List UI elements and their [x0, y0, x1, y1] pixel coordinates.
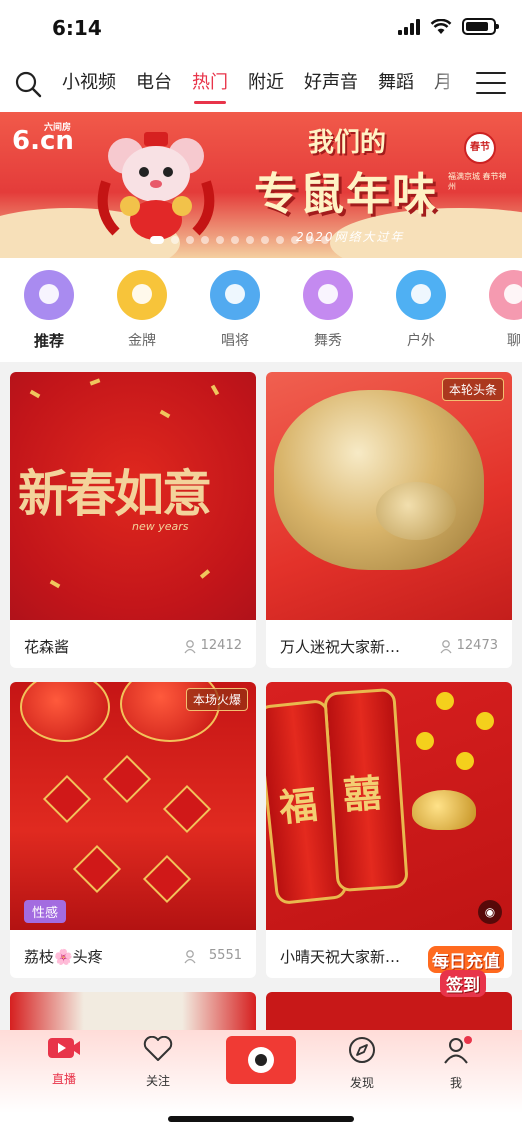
hot-badge: 本场火爆 — [185, 688, 248, 711]
category-singer[interactable]: 唱将 — [200, 270, 270, 350]
headline-badge: 本轮头条 — [441, 378, 504, 401]
tab-radio[interactable]: 电台 — [136, 60, 172, 106]
card-thumbnail — [10, 682, 256, 930]
card-thumbnail — [266, 372, 512, 620]
card-thumbnail: 福 囍 — [266, 682, 512, 930]
start-live-button[interactable] — [226, 1036, 296, 1084]
signal-icon — [398, 18, 420, 35]
dress-icon — [303, 270, 353, 320]
category-gold[interactable]: 金牌 — [107, 270, 177, 350]
thumbnail-calligraphy: 新春如意 — [18, 464, 212, 523]
seal-caption: 福满京城 春节神州 — [448, 172, 507, 191]
tab-follow[interactable]: 关注 — [128, 1035, 188, 1089]
mic-icon: ◉ — [478, 900, 502, 924]
streamer-name: 花森酱 — [24, 638, 70, 656]
notification-dot — [464, 1036, 472, 1044]
home-indicator — [168, 1116, 354, 1122]
tab-short-video[interactable]: 小视频 — [62, 60, 116, 106]
category-row: 推荐 金牌 唱将 舞秀 户外 聊 — [0, 258, 522, 362]
viewer-count: 12412 — [200, 638, 242, 653]
medal-icon — [24, 270, 74, 320]
tab-nearby[interactable]: 附近 — [248, 60, 284, 106]
category-outdoor[interactable]: 户外 — [386, 270, 456, 350]
streamer-name: 荔枝🌸头疼 — [24, 948, 103, 966]
live-video-icon — [48, 1038, 80, 1058]
star-badge-icon — [117, 270, 167, 320]
card-thumbnail: 新春如意 new years — [10, 372, 256, 620]
viewer-count: 12473 — [456, 638, 498, 653]
live-card-partial[interactable] — [10, 992, 256, 1030]
golden-pig-image — [274, 390, 484, 570]
status-bar: 6:14 — [0, 0, 522, 56]
viewer-icon — [440, 640, 452, 654]
tab-good-voice[interactable]: 好声音 — [304, 60, 358, 106]
compass-icon — [349, 1037, 375, 1063]
daily-checkin-button[interactable]: 每日充值 签到 — [428, 946, 512, 998]
eye-icon — [248, 1047, 274, 1073]
category-chat[interactable]: 聊 — [479, 270, 522, 350]
thumbnail-subtitle: new years — [132, 520, 189, 533]
mountain-icon — [396, 270, 446, 320]
menu-icon[interactable] — [476, 72, 506, 96]
live-feed: 新春如意 new years 花森酱 12412 本轮头条 万人迷祝大家新… 1… — [0, 370, 522, 1030]
tab-discover[interactable]: 发现 — [332, 1036, 392, 1091]
status-icons — [398, 18, 499, 35]
site-logo: 六间房 6.cn — [12, 123, 74, 156]
smile-icon — [489, 270, 522, 320]
live-card[interactable]: 本轮头条 万人迷祝大家新… 12473 — [266, 372, 512, 668]
live-card[interactable]: 本场火爆 性感 荔枝🌸头疼 5551 — [10, 682, 256, 978]
viewer-count: 5551 — [208, 948, 242, 963]
battery-icon — [462, 18, 499, 35]
category-dance[interactable]: 舞秀 — [293, 270, 363, 350]
wifi-icon — [430, 18, 452, 34]
banner-title: 专鼠年味 — [254, 169, 438, 220]
pig-snout — [376, 482, 456, 540]
streamer-name: 万人迷祝大家新… — [280, 638, 401, 656]
tabs-fade — [428, 60, 468, 110]
banner-pagination — [150, 236, 329, 244]
section-divider — [0, 362, 522, 370]
viewer-icon — [184, 950, 196, 964]
category-tag: 性感 — [24, 900, 67, 923]
viewer-icon — [184, 640, 196, 654]
streamer-name: 小晴天祝大家新… — [280, 948, 401, 966]
live-card[interactable]: 新春如意 new years 花森酱 12412 — [10, 372, 256, 668]
tab-me[interactable]: 我 — [426, 1036, 486, 1091]
channel-tabs: 小视频电台热门附近好声音舞蹈月 — [52, 60, 462, 110]
tab-dance[interactable]: 舞蹈 — [378, 60, 414, 106]
top-nav: 小视频电台热门附近好声音舞蹈月 — [0, 60, 522, 110]
tab-live[interactable]: 直播 — [34, 1036, 94, 1087]
banner-line1: 我们的 — [308, 128, 387, 158]
tab-hot[interactable]: 热门 — [192, 60, 228, 106]
mouse-mascot-icon — [97, 132, 215, 240]
live-card[interactable]: 福 囍 ◉ 小晴天祝大家新… — [266, 682, 512, 978]
gold-ingot — [412, 790, 476, 830]
spring-festival-seal: 春节 — [464, 132, 496, 164]
status-time: 6:14 — [52, 16, 102, 40]
search-icon[interactable] — [14, 70, 42, 98]
heart-icon — [143, 1035, 173, 1061]
category-recommend[interactable]: 推荐 — [14, 270, 84, 351]
microphone-icon — [210, 270, 260, 320]
